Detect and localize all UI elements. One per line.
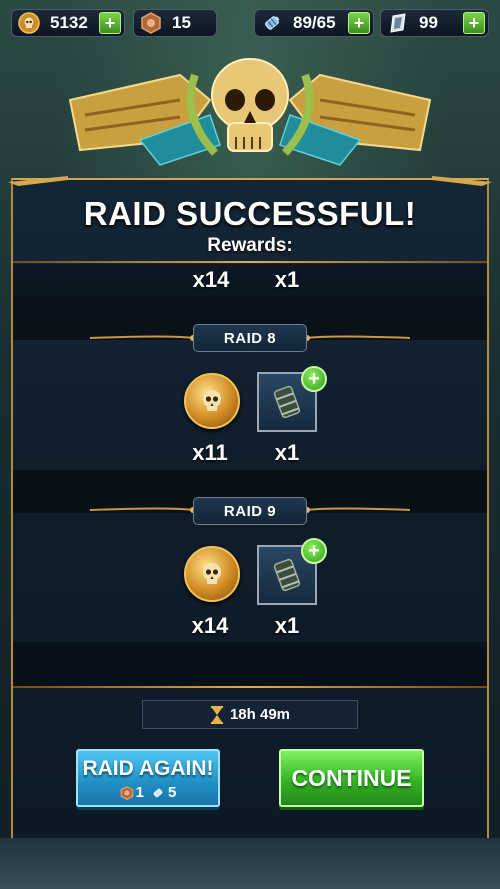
item-info-plus-button[interactable]: +: [301, 538, 327, 564]
raid-again-button[interactable]: RAID AGAIN! 1 5: [76, 749, 220, 807]
bronze-token-icon: [138, 10, 164, 36]
summary-band: [13, 264, 487, 296]
crystals-value: 99: [419, 13, 438, 32]
crystals-resource: 99 +: [380, 9, 489, 37]
raid-again-cost: 1 5: [78, 784, 218, 801]
raid-timer: 18h 49m: [142, 700, 358, 729]
energy-cell-icon: [259, 10, 285, 36]
gold-resource: 5132 +: [11, 9, 125, 37]
skull-coin-icon: [16, 10, 42, 36]
summary-qty-item: x1: [274, 267, 300, 292]
energy-cell-icon: [153, 788, 163, 797]
timer-value: 18h 49m: [229, 706, 291, 723]
panel-corner-ornament-left: [8, 176, 68, 186]
gold-value: 5132: [50, 13, 88, 32]
bottom-band: [13, 642, 487, 687]
background-floor: [0, 838, 500, 889]
add-crystals-button[interactable]: +: [463, 12, 485, 34]
ammo-canister-icon: [273, 385, 301, 419]
raid-label-8: RAID 8: [193, 324, 307, 352]
item-info-plus-button[interactable]: +: [301, 366, 327, 392]
tokens-resource: 15: [133, 9, 217, 37]
dialog-title: RAID SUCCESSFUL!: [83, 195, 417, 232]
raid9-qty-item: x1: [274, 613, 300, 638]
winged-skull-emblem: [68, 58, 432, 166]
raid-again-token-cost: 1: [135, 784, 144, 801]
bronze-token-icon: [120, 785, 134, 800]
raid9-qty-coins: x14: [191, 613, 229, 638]
add-energy-button[interactable]: +: [348, 12, 370, 34]
panel-corner-ornament-right: [432, 176, 492, 186]
continue-button[interactable]: CONTINUE: [279, 749, 424, 807]
raid-again-label: RAID AGAIN!: [82, 757, 214, 780]
raid8-qty-coins: x11: [192, 440, 228, 465]
tokens-value: 15: [172, 13, 191, 32]
divider-line: [13, 261, 487, 263]
energy-resource: 89/65 +: [254, 9, 374, 37]
skull-coin-icon: [184, 373, 240, 429]
summary-qty-coins: x14: [192, 267, 230, 292]
add-gold-button[interactable]: +: [99, 12, 121, 34]
energy-value: 89/65: [293, 13, 336, 32]
divider-line: [13, 686, 487, 688]
ammo-canister-icon: [273, 558, 301, 592]
raid-again-energy-cost: 5: [168, 784, 177, 801]
skull-coin-icon: [184, 546, 240, 602]
rewards-label: Rewards:: [207, 235, 293, 256]
raid-label-9: RAID 9: [193, 497, 307, 525]
hourglass-icon: [210, 705, 224, 724]
crystal-icon: [385, 10, 411, 36]
raid8-qty-item: x1: [274, 440, 300, 465]
